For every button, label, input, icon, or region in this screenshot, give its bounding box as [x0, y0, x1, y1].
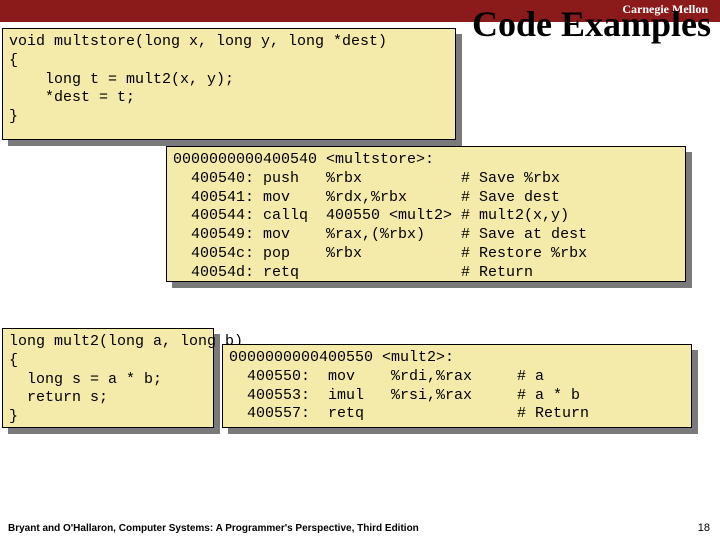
code-mult2-asm: 0000000000400550 <mult2>: 400550: mov %r…	[222, 344, 692, 428]
code-multstore-c: void multstore(long x, long y, long *des…	[2, 28, 456, 140]
page-number: 18	[698, 522, 710, 534]
footer-citation: Bryant and O'Hallaron, Computer Systems:…	[8, 523, 419, 534]
slide-title: Code Examples	[472, 6, 711, 44]
code-multstore-asm: 0000000000400540 <multstore>: 400540: pu…	[166, 146, 686, 282]
code-mult2-c: long mult2(long a, long b) { long s = a …	[2, 328, 214, 428]
